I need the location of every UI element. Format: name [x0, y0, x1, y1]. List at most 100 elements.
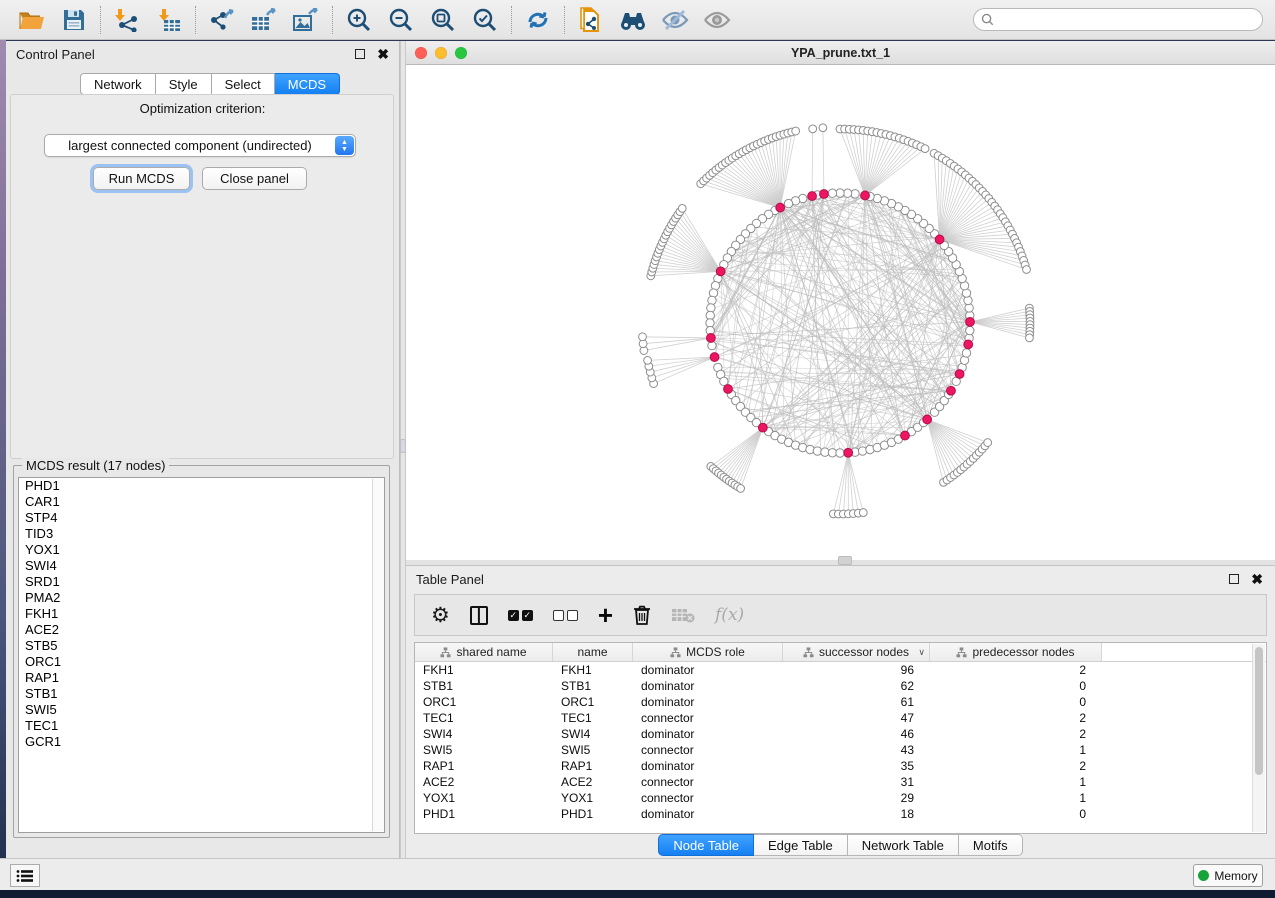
- scrollbar-thumb[interactable]: [1255, 647, 1263, 775]
- list-icon: [16, 869, 34, 883]
- tab-network-table[interactable]: Network Table: [848, 834, 959, 856]
- mcds-node-item[interactable]: TEC1: [19, 718, 384, 734]
- table-row[interactable]: RAP1RAP1dominator352: [415, 758, 1266, 774]
- cell-successor-nodes: 43: [783, 742, 930, 758]
- sort-chevron-icon[interactable]: ∨: [918, 647, 925, 658]
- mcds-node-item[interactable]: SRD1: [19, 574, 384, 590]
- new-network-from-selection-icon[interactable]: [577, 6, 605, 34]
- mcds-node-item[interactable]: TID3: [19, 526, 384, 542]
- table-row[interactable]: YOX1YOX1connector291: [415, 790, 1266, 806]
- column-type-icon: [440, 647, 451, 658]
- mcds-node-item[interactable]: PMA2: [19, 590, 384, 606]
- tab-network[interactable]: Network: [80, 73, 156, 95]
- column-header-name[interactable]: name: [553, 643, 633, 661]
- node-table[interactable]: shared namenameMCDS rolesuccessor nodes∨…: [414, 642, 1267, 834]
- mcds-node-item[interactable]: RAP1: [19, 670, 384, 686]
- cell-name: SWI5: [553, 742, 633, 758]
- cell-name: PHD1: [553, 806, 633, 822]
- zoom-fit-icon[interactable]: [429, 6, 457, 34]
- table-row[interactable]: PHD1PHD1dominator180: [415, 806, 1266, 822]
- mcds-node-item[interactable]: ORC1: [19, 654, 384, 670]
- mcds-node-item[interactable]: GCR1: [19, 734, 384, 750]
- zoom-selected-icon[interactable]: [471, 6, 499, 34]
- search-field[interactable]: [973, 8, 1263, 31]
- table-options-gear-icon[interactable]: ⚙: [431, 602, 450, 628]
- mcds-node-item[interactable]: FKH1: [19, 606, 384, 622]
- tab-select[interactable]: Select: [212, 73, 275, 95]
- tab-edge-table[interactable]: Edge Table: [754, 834, 848, 856]
- float-panel-icon[interactable]: [355, 49, 365, 59]
- close-panel-icon[interactable]: ✖: [377, 49, 389, 59]
- tab-motifs[interactable]: Motifs: [959, 834, 1023, 856]
- run-mcds-button[interactable]: Run MCDS: [93, 167, 190, 190]
- mcds-node-item[interactable]: SWI5: [19, 702, 384, 718]
- column-header-MCDS-role[interactable]: MCDS role: [633, 643, 783, 661]
- search-binoculars-icon[interactable]: [619, 6, 647, 34]
- cell-predecessor-nodes: 2: [930, 662, 1102, 678]
- table-panel: Table Panel ✖ ⚙ ✓✓ + f(x) shared namenam…: [406, 565, 1275, 858]
- mcds-node-item[interactable]: CAR1: [19, 494, 384, 510]
- zoom-in-icon[interactable]: [345, 6, 373, 34]
- table-scrollbar[interactable]: [1252, 644, 1265, 832]
- cell-MCDS-role: dominator: [633, 806, 783, 822]
- column-header-predecessor-nodes[interactable]: predecessor nodes: [930, 643, 1102, 661]
- mcds-node-item[interactable]: PHD1: [19, 478, 384, 494]
- cell-predecessor-nodes: 1: [930, 790, 1102, 806]
- mcds-node-item[interactable]: STP4: [19, 510, 384, 526]
- network-canvas[interactable]: [406, 65, 1275, 560]
- add-column-icon[interactable]: +: [598, 602, 613, 628]
- mcds-node-item[interactable]: STB1: [19, 686, 384, 702]
- table-row[interactable]: ORC1ORC1dominator610: [415, 694, 1266, 710]
- cell-predecessor-nodes: 0: [930, 806, 1102, 822]
- close-panel-icon[interactable]: ✖: [1251, 574, 1263, 584]
- zoom-out-icon[interactable]: [387, 6, 415, 34]
- mcds-node-item[interactable]: YOX1: [19, 542, 384, 558]
- cell-successor-nodes: 29: [783, 790, 930, 806]
- table-row[interactable]: ACE2ACE2connector311: [415, 774, 1266, 790]
- toolbar-separator: [511, 6, 512, 34]
- cell-name: YOX1: [553, 790, 633, 806]
- float-panel-icon[interactable]: [1229, 574, 1239, 584]
- tab-style[interactable]: Style: [156, 73, 212, 95]
- import-table-icon[interactable]: [155, 6, 183, 34]
- mcds-result-list[interactable]: PHD1CAR1STP4TID3YOX1SWI4SRD1PMA2FKH1ACE2…: [18, 477, 385, 833]
- hide-selected-icon[interactable]: [661, 6, 689, 34]
- close-panel-button[interactable]: Close panel: [202, 167, 307, 190]
- column-header-successor-nodes[interactable]: successor nodes∨: [783, 643, 930, 661]
- export-image-icon[interactable]: [292, 6, 320, 34]
- show-column-panel-icon[interactable]: [470, 602, 488, 628]
- cell-successor-nodes: 96: [783, 662, 930, 678]
- table-row[interactable]: STB1STB1dominator620: [415, 678, 1266, 694]
- cell-MCDS-role: dominator: [633, 758, 783, 774]
- delete-column-icon[interactable]: [633, 602, 651, 628]
- table-row[interactable]: FKH1FKH1dominator962: [415, 662, 1266, 678]
- mcds-result-group: MCDS result (17 nodes) PHD1CAR1STP4TID3Y…: [13, 465, 390, 838]
- search-input[interactable]: [994, 11, 1262, 29]
- mcds-node-item[interactable]: STB5: [19, 638, 384, 654]
- network-titlebar: YPA_prune.txt_1: [406, 41, 1275, 65]
- show-all-icon: [703, 6, 731, 34]
- tab-mcds[interactable]: MCDS: [275, 73, 340, 95]
- export-network-icon[interactable]: [208, 6, 236, 34]
- table-row[interactable]: SWI5SWI5connector431: [415, 742, 1266, 758]
- task-history-button[interactable]: [10, 864, 40, 887]
- list-scrollbar[interactable]: [372, 479, 384, 831]
- memory-button[interactable]: Memory: [1193, 864, 1263, 887]
- save-session-icon[interactable]: [60, 6, 88, 34]
- cell-MCDS-role: connector: [633, 742, 783, 758]
- deselect-all-columns-icon[interactable]: [553, 602, 578, 628]
- export-table-icon[interactable]: [250, 6, 278, 34]
- import-network-icon[interactable]: [113, 6, 141, 34]
- cell-shared-name: ACE2: [415, 774, 553, 790]
- open-file-icon[interactable]: [18, 6, 46, 34]
- mcds-node-item[interactable]: SWI4: [19, 558, 384, 574]
- column-header-shared-name[interactable]: shared name: [415, 643, 553, 661]
- tab-node-table[interactable]: Node Table: [658, 834, 754, 856]
- splitter-handle[interactable]: [838, 556, 852, 565]
- mcds-node-item[interactable]: ACE2: [19, 622, 384, 638]
- optimization-criterion-select[interactable]: largest connected component (undirected)…: [44, 134, 356, 157]
- table-row[interactable]: TEC1TEC1connector472: [415, 710, 1266, 726]
- select-all-columns-icon[interactable]: ✓✓: [508, 602, 533, 628]
- apply-layout-icon[interactable]: [524, 6, 552, 34]
- table-row[interactable]: SWI4SWI4dominator462: [415, 726, 1266, 742]
